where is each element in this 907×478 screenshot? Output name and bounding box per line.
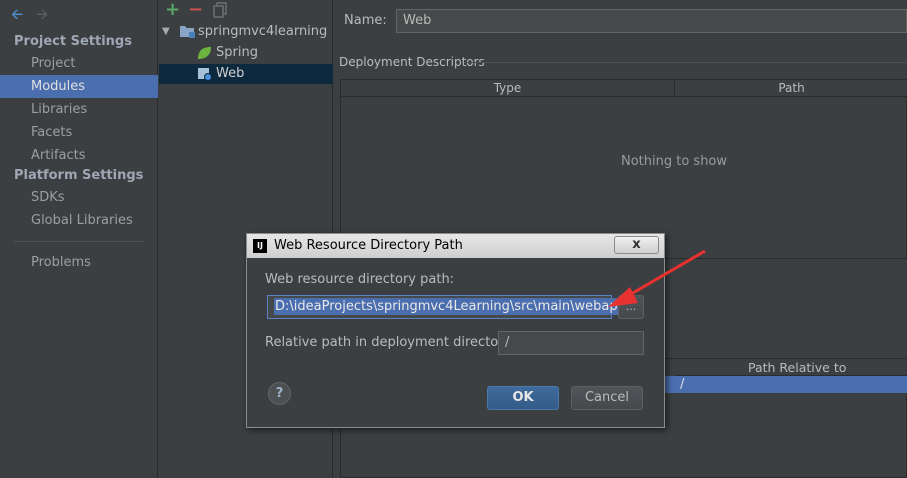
column-header-type[interactable]: Type xyxy=(341,80,675,97)
tree-node-root[interactable]: ▼ springmvc4learning xyxy=(159,22,333,42)
empty-table-text: Nothing to show xyxy=(620,154,728,169)
tree-node-web[interactable]: Web xyxy=(159,64,333,84)
sidebar-item-libraries[interactable]: Libraries xyxy=(0,98,158,121)
add-icon[interactable]: + xyxy=(165,0,180,20)
deployment-descriptors-table[interactable]: Type Path Nothing to show xyxy=(340,79,907,259)
annotation-arrow-icon xyxy=(608,249,706,307)
relative-path-input[interactable]: / xyxy=(498,331,644,355)
path-input-selected-text: D:\ideaProjects\springmvc4Learning\src\m… xyxy=(274,298,627,315)
sidebar-item-project[interactable]: Project xyxy=(0,52,158,75)
web-module-icon xyxy=(197,67,212,88)
sidebar-item-modules[interactable]: Modules xyxy=(0,75,158,98)
deployment-descriptors-label: Deployment Descriptors xyxy=(339,55,485,69)
path-label: Web resource directory path: xyxy=(265,272,455,287)
settings-sidebar: 🡨 🡪 Project Settings Project Modules Lib… xyxy=(0,0,158,478)
sidebar-item-artifacts[interactable]: Artifacts xyxy=(0,144,158,167)
sidebar-item-global-libraries[interactable]: Global Libraries xyxy=(0,209,158,232)
relative-path-label: Relative path in deployment directory: xyxy=(265,335,515,350)
remove-icon[interactable]: − xyxy=(188,0,203,20)
section-title-project-settings: Project Settings xyxy=(14,34,132,49)
sidebar-item-problems[interactable]: Problems xyxy=(0,251,158,274)
arrow-left-icon[interactable]: 🡨 xyxy=(11,4,23,29)
tree-node-spring[interactable]: Spring xyxy=(159,43,333,63)
tree-root-label: springmvc4learning xyxy=(198,24,328,39)
tree-web-label: Web xyxy=(216,66,245,81)
path-input[interactable]: D:\ideaProjects\springmvc4Learning\src\m… xyxy=(267,295,627,319)
column-header-path-relative[interactable]: Path Relative to Deployment xyxy=(675,359,907,392)
intellij-logo-icon: IJ xyxy=(253,239,267,253)
table-cell-relative-path: / xyxy=(680,377,685,392)
sidebar-divider xyxy=(14,241,144,242)
column-header-path[interactable]: Path xyxy=(675,80,907,97)
name-label: Name: xyxy=(344,13,387,28)
section-title-platform-settings: Platform Settings xyxy=(14,168,144,183)
name-field[interactable]: Web xyxy=(396,9,907,33)
dialog-title: Web Resource Directory Path xyxy=(274,238,463,253)
ok-button[interactable]: OK xyxy=(487,386,559,410)
group-separator xyxy=(464,62,907,63)
tree-spring-label: Spring xyxy=(216,45,258,60)
module-folder-icon xyxy=(180,25,195,45)
help-icon[interactable]: ? xyxy=(268,382,291,405)
sidebar-item-facets[interactable]: Facets xyxy=(0,121,158,144)
arrow-right-icon[interactable]: 🡪 xyxy=(36,4,48,29)
chevron-down-icon[interactable]: ▼ xyxy=(162,22,170,42)
cancel-button[interactable]: Cancel xyxy=(571,386,643,410)
copy-icon[interactable] xyxy=(213,2,229,22)
sidebar-item-sdks[interactable]: SDKs xyxy=(0,186,158,209)
